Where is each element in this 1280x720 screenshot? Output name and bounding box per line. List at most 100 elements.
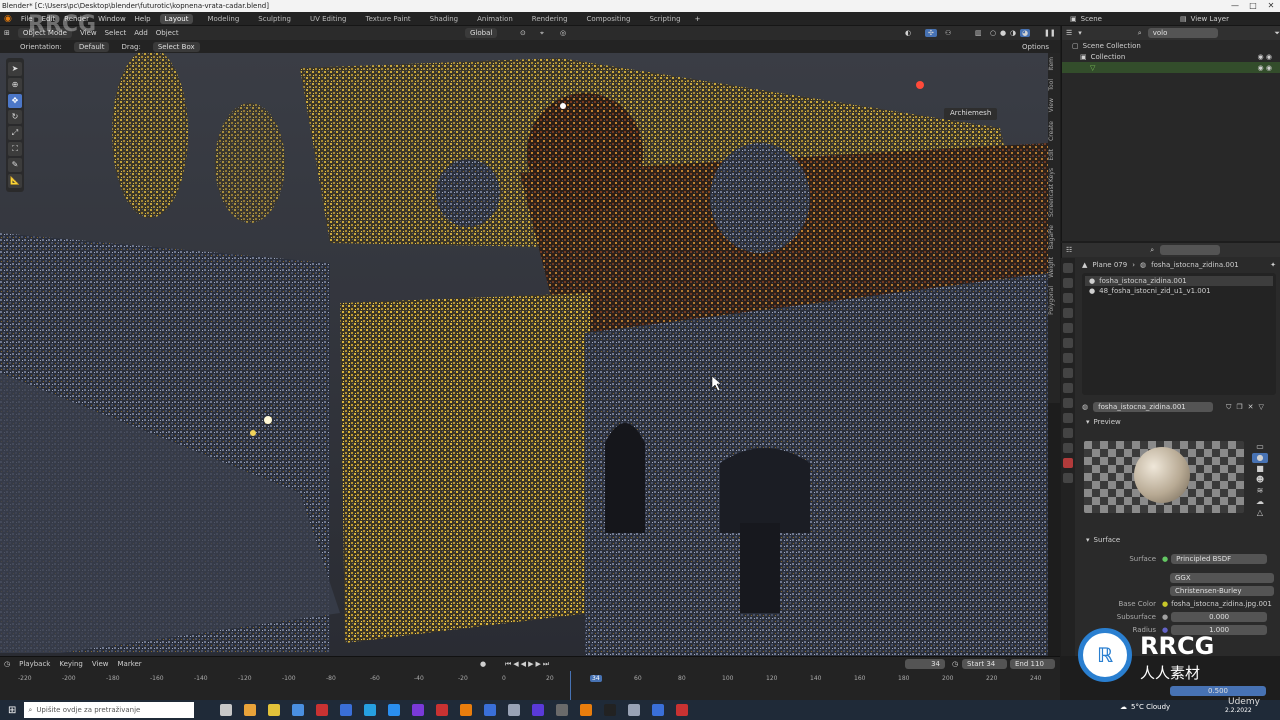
minimize-button[interactable]: —: [1226, 0, 1244, 12]
render-tab-icon[interactable]: [1063, 278, 1073, 288]
outliner-search-input[interactable]: volo: [1147, 28, 1219, 38]
app-icon[interactable]: [436, 704, 449, 716]
photoshop-icon[interactable]: [388, 704, 401, 716]
outliner-item-scene-collection[interactable]: ▢ Scene Collection: [1062, 40, 1280, 51]
orientation-dropdown[interactable]: Default: [73, 41, 110, 52]
3d-viewport[interactable]: Archiemesh: [0, 53, 1048, 656]
modifier-tab-icon[interactable]: [1063, 383, 1073, 393]
weather-widget[interactable]: ☁ 5°C Cloudy: [1120, 703, 1170, 711]
subsurface-method-dropdown[interactable]: Christensen-Burley: [1170, 585, 1274, 596]
annotate-icon[interactable]: ✎: [8, 158, 22, 172]
data-tab-icon[interactable]: [1063, 443, 1073, 453]
tab-uv-editing[interactable]: UV Editing: [305, 14, 352, 24]
taskbar-clock[interactable]: 2.2.2022: [1225, 707, 1252, 714]
task-view-icon[interactable]: [220, 704, 233, 716]
side-tab-tool[interactable]: Tool: [1048, 75, 1060, 95]
side-tab-create[interactable]: Create: [1048, 117, 1060, 145]
side-tab-item[interactable]: Item: [1048, 53, 1060, 75]
properties-search-input[interactable]: [1160, 245, 1221, 255]
wireframe-shading-icon[interactable]: ○: [990, 29, 996, 37]
cloth-preview-icon[interactable]: △: [1252, 508, 1268, 518]
menu-help[interactable]: Help: [135, 15, 151, 23]
rotate-icon[interactable]: ↻: [8, 110, 22, 124]
fake-user-icon[interactable]: ⛉: [1226, 403, 1231, 412]
particles-tab-icon[interactable]: [1063, 398, 1073, 408]
visibility-icon[interactable]: ◐: [905, 29, 911, 37]
collection-tab-icon[interactable]: [1063, 353, 1073, 363]
record-icon[interactable]: ●: [480, 660, 486, 668]
side-tab-view[interactable]: View: [1048, 94, 1060, 116]
archiemesh-button[interactable]: Archiemesh: [944, 108, 998, 120]
playback-controls[interactable]: ⏮◀◀▶▶⏭: [505, 660, 551, 669]
filter-icon[interactable]: ▾: [1078, 29, 1082, 37]
rendered-scene[interactable]: [0, 53, 1048, 656]
side-tab-screencast-keys[interactable]: Screencast Keys: [1048, 164, 1060, 221]
tab-shading[interactable]: Shading: [425, 14, 463, 24]
end-frame-field[interactable]: End 110: [1010, 659, 1055, 669]
menu-select[interactable]: Select: [105, 29, 127, 37]
menu-marker[interactable]: Marker: [117, 660, 141, 668]
editor-type-icon[interactable]: ◷: [4, 660, 10, 668]
filter-icon[interactable]: ▽: [1259, 403, 1264, 411]
premiere-icon[interactable]: [412, 704, 425, 716]
pivot-icon[interactable]: ⊙: [520, 29, 526, 37]
taskbar-search[interactable]: ⌕ Upišite ovdje za pretraživanje: [24, 702, 195, 718]
duplicate-icon[interactable]: ❐: [1236, 403, 1242, 411]
surface-shader-dropdown[interactable]: Principled BSDF: [1171, 553, 1268, 564]
material-shading-icon[interactable]: ◑: [1010, 29, 1016, 37]
visibility-eye-icon[interactable]: ◉ ◉: [1258, 64, 1272, 72]
side-tab-bagapie[interactable]: BagaPie: [1048, 221, 1060, 253]
monkey-preview-icon[interactable]: ☻: [1252, 475, 1268, 485]
outliner-editor-icon[interactable]: ☰: [1066, 29, 1072, 37]
app-icon[interactable]: [652, 704, 665, 716]
preview-section-header[interactable]: ▾ Preview: [1062, 415, 1280, 429]
app-icon[interactable]: [676, 704, 689, 716]
proportional-icon[interactable]: ◎: [560, 29, 566, 37]
measure-icon[interactable]: 📐: [8, 174, 22, 188]
material-browse-icon[interactable]: ◍: [1082, 403, 1088, 411]
funnel-icon[interactable]: ⏷: [1274, 29, 1280, 38]
world-tab-icon[interactable]: [1063, 338, 1073, 348]
opera-icon[interactable]: [316, 704, 329, 716]
options-dropdown[interactable]: Options: [1022, 43, 1049, 51]
move-icon[interactable]: ✥: [8, 94, 22, 108]
app-icon[interactable]: [628, 704, 641, 716]
sphere-preview-icon[interactable]: ●: [1252, 453, 1268, 463]
output-tab-icon[interactable]: [1063, 293, 1073, 303]
app-icon[interactable]: [508, 704, 521, 716]
material-slot-item[interactable]: ● 48_fosha_istocni_zid_u1_v1.001: [1085, 286, 1273, 296]
close-button[interactable]: ✕: [1262, 0, 1280, 12]
word-icon[interactable]: [484, 704, 497, 716]
select-icon[interactable]: ➤: [8, 62, 22, 76]
material-slot-item[interactable]: ● fosha_istocna_zidina.001: [1085, 276, 1273, 286]
gizmo-icon[interactable]: ✣: [925, 29, 937, 37]
rendered-shading-icon[interactable]: ◕: [1020, 29, 1031, 37]
view-layer-selector[interactable]: ▤ View Layer: [1180, 15, 1229, 23]
properties-editor-icon[interactable]: ☷: [1066, 246, 1072, 254]
snap-icon[interactable]: ⌖: [540, 29, 544, 38]
constraints-tab-icon[interactable]: [1063, 428, 1073, 438]
menu-keying[interactable]: Keying: [59, 660, 83, 668]
tab-sculpting[interactable]: Sculpting: [253, 14, 296, 24]
clock-icon[interactable]: ◷: [952, 660, 958, 668]
material-tab-icon[interactable]: [1063, 458, 1073, 468]
blender-icon[interactable]: [580, 704, 593, 716]
start-frame-field[interactable]: Start 34: [962, 659, 1007, 669]
overlay-icon[interactable]: ⚇: [945, 29, 951, 37]
transform-icon[interactable]: ⛶: [8, 142, 22, 156]
cube-preview-icon[interactable]: ■: [1252, 464, 1268, 474]
browser-icon[interactable]: [292, 704, 305, 716]
menu-playback[interactable]: Playback: [19, 660, 50, 668]
playhead[interactable]: [570, 671, 571, 701]
maximize-button[interactable]: □: [1244, 0, 1262, 12]
scene-tab-icon[interactable]: [1063, 323, 1073, 333]
tab-animation[interactable]: Animation: [472, 14, 518, 24]
xray-icon[interactable]: ▥: [975, 29, 982, 37]
subsurface-field[interactable]: 0.000: [1171, 611, 1268, 622]
flat-preview-icon[interactable]: ▭: [1252, 442, 1268, 452]
windows-start-icon[interactable]: ⊞: [8, 705, 16, 716]
scene-selector[interactable]: ▣ Scene: [1070, 15, 1102, 23]
tool-tab-icon[interactable]: [1063, 263, 1073, 273]
base-color-texture[interactable]: fosha_istocna_zidina.jpg.001: [1171, 600, 1272, 608]
tab-rendering[interactable]: Rendering: [527, 14, 573, 24]
